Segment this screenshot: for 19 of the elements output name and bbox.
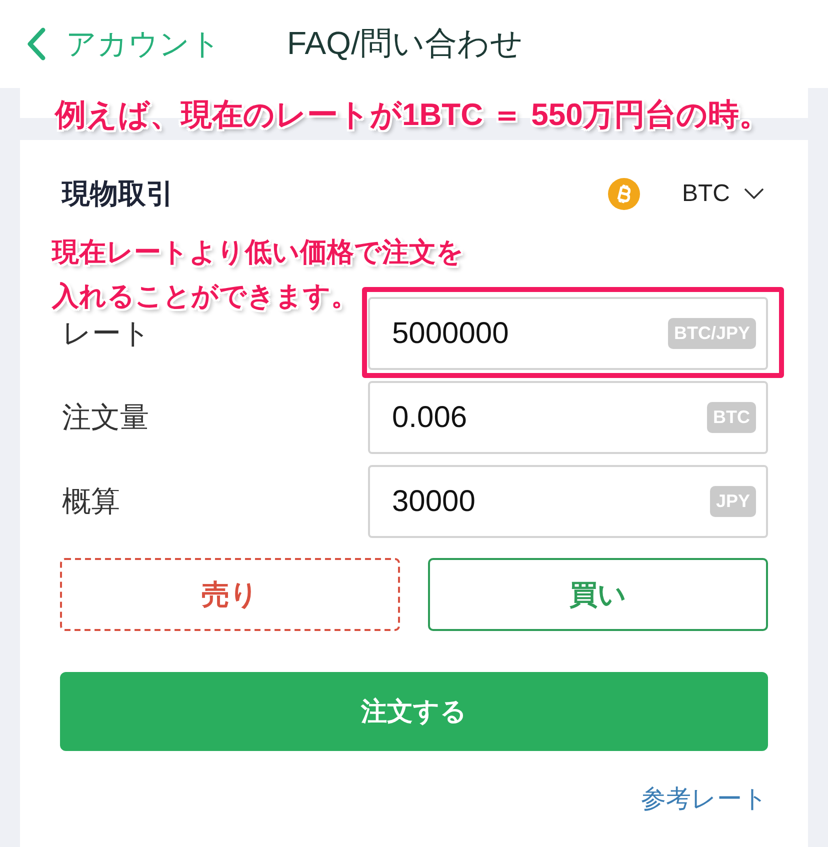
annotation-text: 例えば、現在のレートが1BTC ＝ 550万円台の時。 xyxy=(55,96,770,134)
trade-side-button[interactable]: 買い xyxy=(428,558,768,631)
card-title: 現物取引 xyxy=(62,177,174,211)
field-label: 注文量 xyxy=(61,400,150,436)
chevron-down-icon xyxy=(744,188,764,200)
currency-dropdown[interactable]: BTC xyxy=(682,180,764,208)
currency-label: BTC xyxy=(682,180,730,208)
field-value: 30000 xyxy=(392,484,476,518)
field-value: 5000000 xyxy=(392,316,509,350)
field-label: 概算 xyxy=(61,484,121,520)
back-button[interactable]: アカウント xyxy=(26,24,221,64)
field-value: 0.006 xyxy=(392,400,468,434)
reference-rate-link[interactable]: 参考レート xyxy=(641,784,768,814)
back-chevron-icon xyxy=(26,27,46,61)
page-title: FAQ/問い合わせ xyxy=(287,24,523,63)
order-button[interactable]: 注文する xyxy=(60,672,768,751)
trade-side-button[interactable]: 売り xyxy=(60,558,400,631)
field-label: レート xyxy=(61,316,152,352)
bitcoin-coin-icon xyxy=(608,178,640,210)
